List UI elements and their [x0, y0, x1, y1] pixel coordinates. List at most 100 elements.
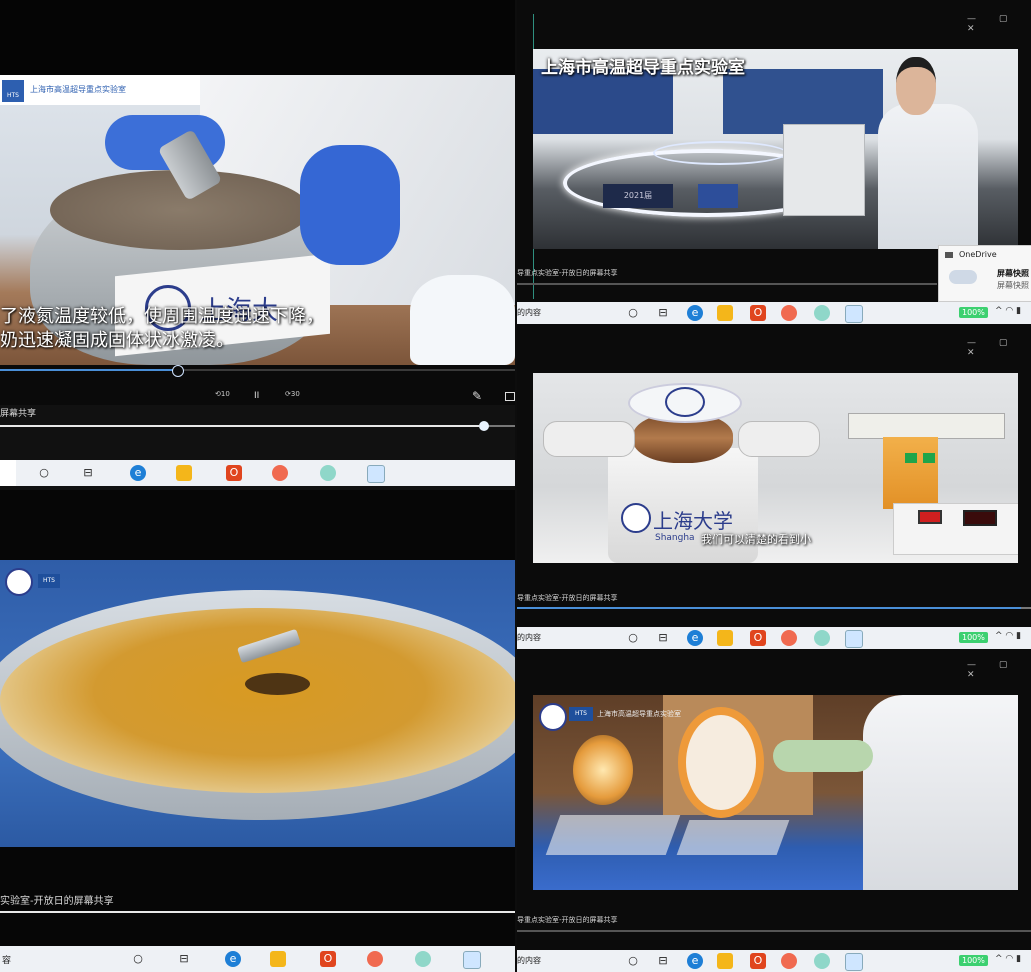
search-circle-icon[interactable]: ○ [625, 305, 641, 321]
tray-icons[interactable]: ^ ◠ ▮ [995, 631, 1021, 641]
mail-icon[interactable] [781, 953, 797, 969]
rewind-10-button[interactable]: ⟲10 [215, 390, 230, 398]
mail-icon[interactable] [367, 951, 383, 967]
weather-icon[interactable] [845, 305, 863, 323]
hts-logo-text: 上海市高温超导重点实验室 [30, 85, 126, 94]
fullscreen-icon[interactable] [505, 392, 515, 401]
edge-icon[interactable]: e [687, 953, 703, 969]
settings-icon[interactable] [814, 630, 830, 646]
settings-icon[interactable] [814, 305, 830, 321]
hts-logo-abbr: HTS [575, 710, 587, 717]
subtitle-line-1: 了液氮温度较低，使周围温度迅速下降， [0, 306, 324, 327]
share-progress[interactable] [0, 911, 515, 913]
file-explorer-icon[interactable] [176, 465, 192, 481]
mail-icon[interactable] [781, 630, 797, 646]
taskbar-text: 的内容 [517, 633, 541, 642]
settings-icon[interactable] [415, 951, 431, 967]
weather-icon[interactable] [845, 630, 863, 648]
window-controls[interactable]: — ▢ ✕ [967, 14, 1031, 34]
weather-icon[interactable] [367, 465, 385, 483]
red-display [963, 510, 997, 526]
university-logo-icon [621, 503, 651, 533]
hts-logo-badge: HTS [569, 707, 593, 721]
controller-button-green-2 [923, 453, 935, 463]
mail-icon[interactable] [272, 465, 288, 481]
lab-track-video-frame[interactable]: 2021届 上海市高温超导重点实验室 [533, 49, 1018, 249]
window-controls[interactable]: — ▢ ✕ [967, 338, 1031, 358]
orange-ring [678, 707, 764, 818]
middle-right-video-panel: — ▢ ✕ 上海大学 Shangha 我们可以清楚的看到小 导重点实验室-开放日… [517, 328, 1031, 650]
search-circle-icon[interactable]: ○ [130, 951, 146, 967]
file-explorer-icon[interactable] [717, 305, 733, 321]
hts-logo-badge: HTS [2, 80, 24, 102]
subtitle: 我们可以清楚的看到小 [701, 533, 811, 546]
share-caption: 导重点实验室-开放日的屏幕共享 [517, 269, 618, 277]
office-icon[interactable]: O [750, 630, 766, 646]
share-progress[interactable] [517, 607, 1031, 609]
task-view-icon[interactable]: ⊟ [80, 465, 96, 481]
edge-icon[interactable]: e [130, 465, 146, 481]
display-plaque: 2021届 [603, 184, 673, 208]
share-progress-knob[interactable] [479, 421, 489, 431]
share-caption: 导重点实验室-开放日的屏幕共享 [517, 916, 618, 924]
task-view-icon[interactable]: ⊟ [176, 951, 192, 967]
magnet-device-video-frame[interactable]: 上海大学 Shangha 我们可以清楚的看到小 [533, 373, 1018, 563]
edge-icon[interactable]: e [225, 951, 241, 967]
share-caption: 实验室-开放日的屏幕共享 [0, 896, 114, 907]
plaque-text: 2021届 [623, 191, 653, 200]
coil-experiment-video-frame[interactable]: HTS 上海市高温超导重点实验室 [533, 695, 1018, 890]
settings-icon[interactable] [814, 953, 830, 969]
video-black-top [0, 0, 515, 75]
file-explorer-icon[interactable] [717, 953, 733, 969]
display-plaque-2 [698, 184, 738, 208]
battery-indicator[interactable]: 100% [959, 307, 988, 318]
paper-cup [410, 275, 515, 365]
pause-button[interactable]: II [254, 391, 259, 401]
acrylic-stand-left [545, 815, 681, 855]
green-glove [773, 740, 873, 772]
glowing-coil [573, 735, 633, 805]
mail-icon[interactable] [781, 305, 797, 321]
onedrive-notification[interactable]: OneDrive 屏幕快照 屏幕快照 [938, 245, 1031, 302]
share-progress-fill [0, 425, 479, 427]
office-icon[interactable]: O [320, 951, 336, 967]
red-switch [918, 510, 942, 524]
office-icon[interactable]: O [226, 465, 242, 481]
file-explorer-icon[interactable] [717, 630, 733, 646]
windows-taskbar: 的内容 ○ ⊟ e O 100% ^ ◠ ▮ [517, 627, 1031, 649]
battery-indicator[interactable]: 100% [959, 632, 988, 643]
task-view-icon[interactable]: ⊟ [655, 630, 671, 646]
office-icon[interactable]: O [750, 305, 766, 321]
windows-taskbar: ○ ⊟ e O [0, 460, 515, 486]
ice-cream-video-frame[interactable]: 上海大 HTS 上海市高温超导重点实验室 了液氮温度较低，使周围温度迅速下降， … [0, 75, 515, 365]
tray-icons[interactable]: ^ ◠ ▮ [995, 306, 1021, 316]
office-icon[interactable]: O [750, 953, 766, 969]
weather-icon[interactable] [463, 951, 481, 969]
task-view-icon[interactable]: ⊟ [655, 305, 671, 321]
settings-icon[interactable] [320, 465, 336, 481]
battery-indicator[interactable]: 100% [959, 955, 988, 966]
search-circle-icon[interactable]: ○ [36, 465, 52, 481]
levitation-dish-video-frame[interactable]: HTS [0, 560, 515, 847]
video-progress[interactable] [0, 365, 515, 377]
edge-icon[interactable]: e [687, 305, 703, 321]
onedrive-line-2: 屏幕快照 [997, 281, 1029, 290]
file-explorer-icon[interactable] [270, 951, 286, 967]
tray-icons[interactable]: ^ ◠ ▮ [995, 954, 1021, 964]
share-progress[interactable] [517, 930, 1031, 932]
forward-30-button[interactable]: ⟳30 [285, 390, 300, 398]
share-progress[interactable] [517, 283, 937, 285]
window-controls[interactable]: — ▢ ✕ [967, 660, 1031, 680]
weather-icon[interactable] [845, 953, 863, 971]
task-view-icon[interactable]: ⊟ [655, 953, 671, 969]
edge-icon[interactable]: e [687, 630, 703, 646]
taskbar-text: 的内容 [517, 308, 541, 317]
switch-box [893, 503, 1018, 555]
yellow-foam [0, 608, 515, 793]
control-panel-board [848, 413, 1005, 439]
video-progress-knob[interactable] [172, 365, 184, 377]
search-circle-icon[interactable]: ○ [625, 630, 641, 646]
share-progress[interactable] [0, 421, 515, 431]
search-circle-icon[interactable]: ○ [625, 953, 641, 969]
pen-icon[interactable]: ✎ [472, 389, 482, 403]
